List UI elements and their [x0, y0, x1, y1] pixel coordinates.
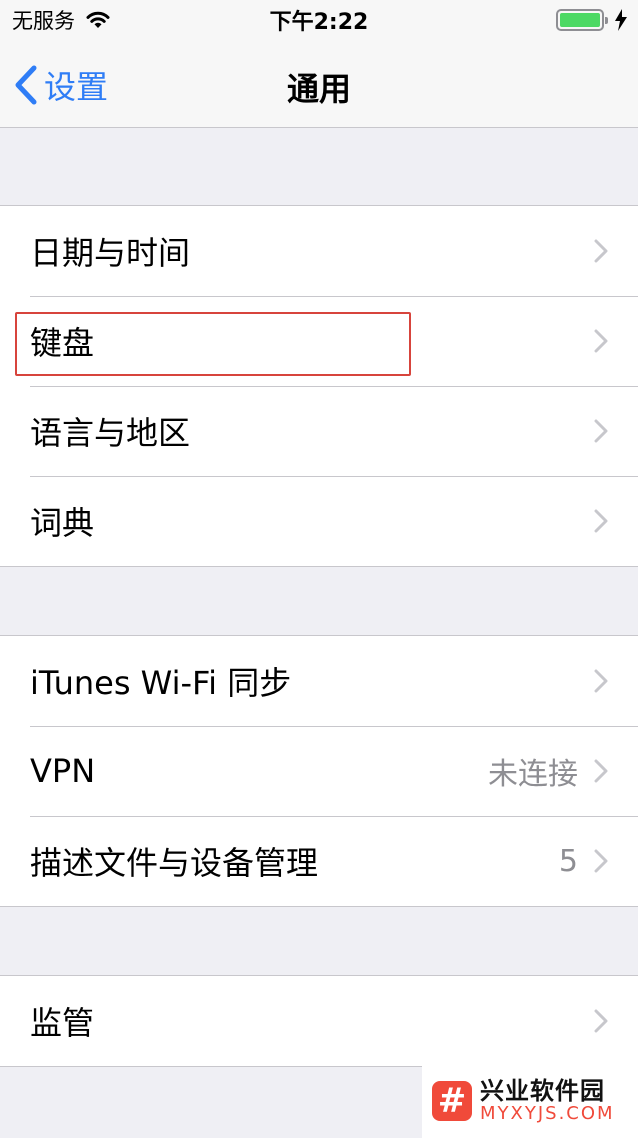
status-left: 无服务	[12, 5, 111, 35]
watermark-subtitle: MYXYJS.COM	[480, 1103, 615, 1125]
highlight-box	[15, 312, 411, 376]
row-language-region[interactable]: 语言与地区	[0, 386, 638, 476]
chevron-right-icon	[594, 669, 608, 693]
battery-level	[560, 13, 600, 27]
chevron-right-icon	[594, 759, 608, 783]
settings-group-general: 日期与时间 键盘 语言与地区 词典	[0, 205, 638, 567]
watermark-text: 兴业软件园 MYXYJS.COM	[480, 1078, 615, 1124]
watermark-logo-icon: #	[432, 1081, 472, 1121]
settings-group-sync: iTunes Wi-Fi 同步 VPN 未连接 描述文件与设备管理 5	[0, 635, 638, 907]
status-right	[556, 9, 628, 31]
profile-count: 5	[558, 843, 578, 879]
row-supervision[interactable]: 监管	[0, 976, 638, 1066]
wifi-icon	[86, 11, 110, 28]
chevron-right-icon	[594, 239, 608, 263]
row-label: 语言与地区	[30, 414, 191, 452]
battery-icon	[556, 9, 608, 31]
carrier-label: 无服务	[12, 9, 75, 33]
row-date-time[interactable]: 日期与时间	[0, 206, 638, 296]
chevron-right-icon	[594, 419, 608, 443]
watermark: # 兴业软件园 MYXYJS.COM	[422, 1064, 638, 1138]
row-label: VPN	[30, 752, 96, 790]
navigation-bar: 设置 通用	[0, 40, 638, 128]
charging-bolt-icon	[615, 9, 627, 31]
chevron-right-icon	[594, 509, 608, 533]
row-label: 日期与时间	[30, 234, 191, 272]
row-profiles-device-management[interactable]: 描述文件与设备管理 5	[0, 816, 638, 906]
settings-group-supervision: 监管	[0, 975, 638, 1067]
chevron-right-icon	[594, 329, 608, 353]
row-itunes-wifi-sync[interactable]: iTunes Wi-Fi 同步	[0, 636, 638, 726]
status-bar: 无服务 下午2:22	[0, 0, 638, 40]
row-label: 描述文件与设备管理	[30, 844, 319, 882]
row-vpn[interactable]: VPN 未连接	[0, 726, 638, 816]
row-label: 词典	[30, 504, 95, 542]
vpn-status: 未连接	[488, 757, 578, 792]
chevron-right-icon	[594, 1009, 608, 1033]
row-dictionary[interactable]: 词典	[0, 476, 638, 566]
row-label: iTunes Wi-Fi 同步	[30, 664, 292, 702]
chevron-right-icon	[594, 849, 608, 873]
row-label: 监管	[30, 1004, 95, 1042]
page-title: 通用	[286, 70, 351, 108]
watermark-title: 兴业软件园	[480, 1076, 605, 1105]
